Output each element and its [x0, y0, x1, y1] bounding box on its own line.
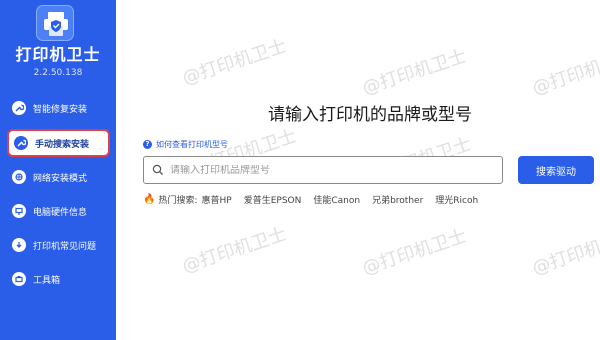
- sidebar-item-label: 打印机常见问题: [33, 241, 97, 252]
- sidebar: 打印机卫士 2.2.50.138 智能修复安装 手动搜索安装 网络安装模式 电脑…: [0, 0, 116, 340]
- search-input[interactable]: [170, 164, 470, 176]
- search-box[interactable]: [143, 156, 503, 184]
- hot-brand-canon[interactable]: 佳能Canon: [313, 193, 360, 206]
- hot-brand-brother[interactable]: 兄弟brother: [372, 193, 423, 206]
- hot-brand-ricoh[interactable]: 理光Ricoh: [435, 193, 478, 206]
- printer-shield-icon: [44, 12, 68, 36]
- watermark: @打印机卫士: [359, 45, 470, 100]
- sidebar-item-hardware-info[interactable]: 电脑硬件信息: [7, 197, 110, 225]
- search-driver-button[interactable]: 搜索驱动: [518, 156, 594, 184]
- page-title: 请输入打印机的品牌或型号: [268, 105, 472, 125]
- sidebar-item-label: 网络安装模式: [33, 173, 88, 184]
- wrench-icon: [14, 136, 28, 150]
- app-name: 打印机卫士: [15, 45, 101, 64]
- sidebar-item-smart-repair[interactable]: 智能修复安装: [7, 94, 110, 122]
- help-download-icon: [12, 238, 26, 252]
- sidebar-item-label: 电脑硬件信息: [33, 207, 88, 218]
- fire-icon: 🔥: [143, 194, 156, 205]
- wrench-repair-icon: [12, 101, 26, 115]
- watermark: @打印机卫士: [179, 223, 290, 278]
- watermark: @打印机卫士: [529, 45, 600, 100]
- watermark: @打印机卫士: [179, 35, 290, 90]
- hot-search-row: 🔥 热门搜索: 惠普HP 爱普生EPSON 佳能Canon 兄弟brother …: [143, 193, 490, 206]
- app-logo: [36, 5, 74, 41]
- sidebar-item-label: 智能修复安装: [33, 104, 88, 115]
- sidebar-item-toolbox[interactable]: 工具箱: [7, 265, 110, 293]
- sidebar-item-printer-faq[interactable]: 打印机常见问题: [7, 231, 110, 259]
- hardware-icon: [12, 204, 26, 218]
- watermark: @打印机卫士: [359, 225, 470, 280]
- toolbox-icon: [12, 272, 26, 286]
- sidebar-item-network-install[interactable]: 网络安装模式: [7, 163, 110, 191]
- hot-brand-hp[interactable]: 惠普HP: [202, 193, 232, 206]
- app-version: 2.2.50.138: [33, 68, 83, 78]
- watermark: @打印机卫士: [529, 225, 600, 280]
- question-icon: ?: [143, 140, 152, 149]
- sidebar-item-manual-search[interactable]: 手动搜索安装: [7, 129, 110, 157]
- hot-brand-epson[interactable]: 爱普生EPSON: [244, 193, 302, 206]
- search-icon: [152, 164, 163, 175]
- sidebar-item-label: 手动搜索安装: [35, 139, 90, 150]
- sidebar-item-label: 工具箱: [33, 275, 61, 286]
- help-link[interactable]: ? 如何查看打印机型号: [143, 139, 228, 150]
- network-icon: [12, 170, 26, 184]
- hot-search-label: 热门搜索:: [158, 196, 198, 206]
- help-link-label: 如何查看打印机型号: [156, 140, 228, 149]
